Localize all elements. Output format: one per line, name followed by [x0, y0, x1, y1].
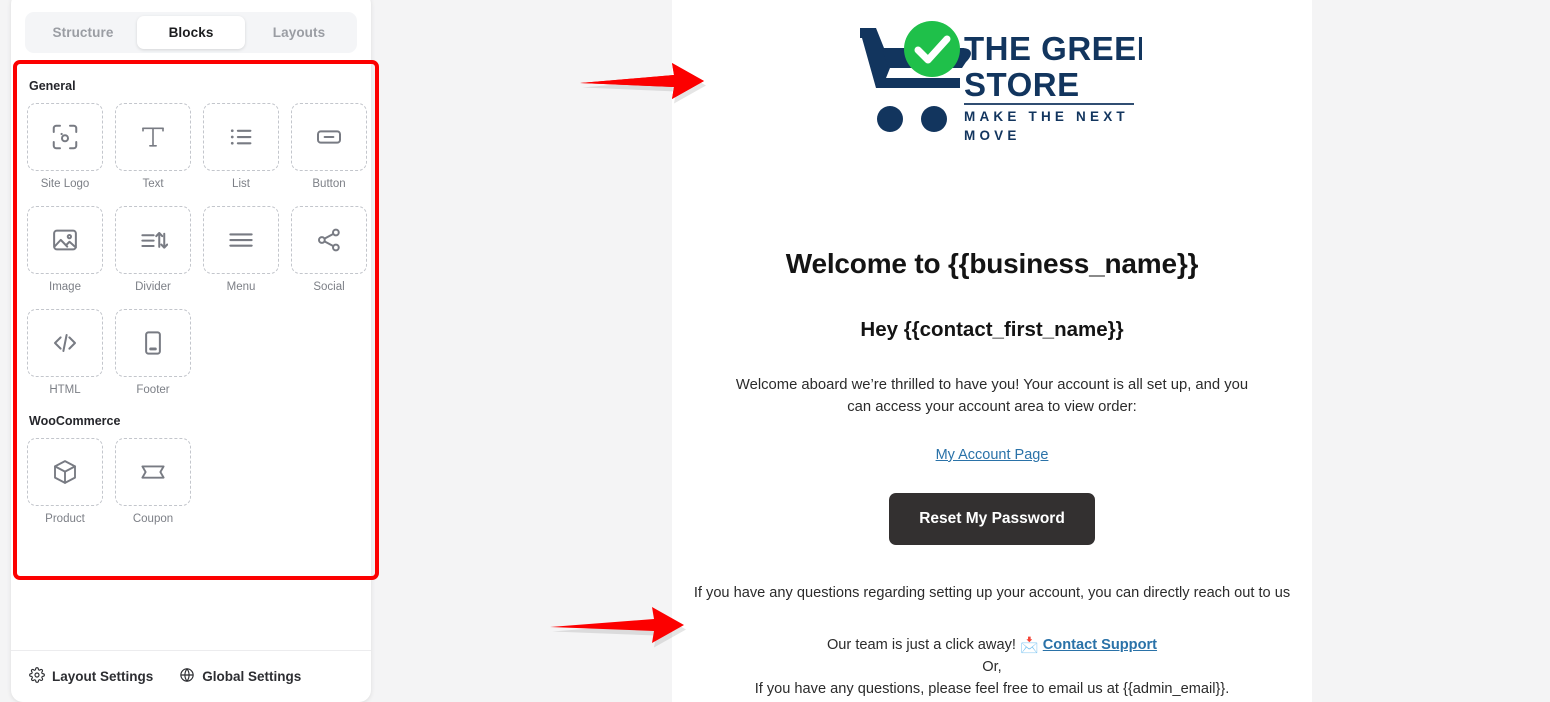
arrow-to-preview-top — [580, 63, 706, 104]
block-icon-box — [115, 309, 191, 377]
email-preview-panel: THE GREEN STORE MAKE THE NEXT MOVE Welco… — [672, 0, 1312, 702]
group-title-woocommerce: WooCommerce — [29, 414, 121, 428]
app-root: Structure Blocks Layouts General Site Lo… — [0, 0, 1550, 702]
the-green-store-logo-icon: THE GREEN STORE MAKE THE NEXT MOVE — [860, 21, 1142, 143]
email-heading: Welcome to {{business_name}} — [785, 248, 1199, 279]
block-label: Site Logo — [40, 178, 90, 190]
global-settings-label: Global Settings — [202, 669, 302, 684]
sidebar-tabs: Structure Blocks Layouts — [25, 12, 357, 53]
block-product[interactable]: Product — [27, 438, 103, 537]
block-social[interactable]: Social — [291, 206, 367, 305]
layout-settings-button[interactable]: Layout Settings — [29, 667, 153, 686]
block-divider[interactable]: Divider — [115, 206, 191, 305]
group-title-general: General — [29, 79, 76, 93]
block-label: Footer — [136, 384, 170, 396]
block-icon-box — [27, 309, 103, 377]
block-label: Coupon — [132, 513, 174, 525]
code-icon — [50, 328, 80, 358]
svg-text:MAKE THE NEXT: MAKE THE NEXT — [964, 109, 1129, 124]
block-button[interactable]: Button — [291, 103, 367, 202]
block-footer[interactable]: Footer — [115, 309, 191, 408]
block-icon-box — [115, 103, 191, 171]
text-icon — [138, 122, 168, 152]
block-text[interactable]: Text — [115, 103, 191, 202]
block-label: Text — [142, 178, 164, 190]
block-icon-box — [115, 438, 191, 506]
menu-icon — [226, 225, 256, 255]
block-label: Product — [45, 513, 85, 525]
globe-icon — [179, 667, 195, 686]
email-paragraph: Welcome aboard we’re thrilled to have yo… — [735, 377, 1249, 415]
block-icon-box — [27, 206, 103, 274]
block-site-logo[interactable]: Site Logo — [27, 103, 103, 202]
svg-text:STORE: STORE — [964, 66, 1080, 103]
social-share-icon — [314, 225, 344, 255]
block-coupon[interactable]: Coupon — [115, 438, 191, 537]
image-icon — [50, 225, 80, 255]
my-account-page-link[interactable]: My Account Page — [672, 447, 1312, 463]
svg-text:MOVE: MOVE — [964, 128, 1021, 143]
block-icon-box — [27, 438, 103, 506]
site-logo-icon — [50, 122, 80, 152]
blocks-list: General Site Logo Text List Button Image… — [11, 63, 371, 650]
divider-icon — [138, 225, 168, 255]
email-subheading: Hey {{contact_first_name}} — [860, 318, 1124, 341]
block-icon-box — [291, 206, 367, 274]
block-label: HTML — [49, 384, 81, 396]
global-settings-button[interactable]: Global Settings — [179, 667, 301, 686]
gear-icon — [29, 667, 45, 686]
tab-layouts[interactable]: Layouts — [245, 16, 353, 49]
svg-text:THE GREEN: THE GREEN — [964, 30, 1142, 67]
block-label: Social — [313, 281, 345, 293]
sidebar-tabbar-wrap: Structure Blocks Layouts — [11, 0, 371, 63]
block-icon-box — [291, 103, 367, 171]
tab-blocks[interactable]: Blocks — [137, 16, 245, 49]
contact-support-link[interactable]: Contact Support — [1043, 637, 1157, 653]
arrow-to-preview-bottom — [550, 607, 686, 648]
reset-my-password-button[interactable]: Reset My Password — [889, 492, 1095, 545]
store-logo: THE GREEN STORE MAKE THE NEXT MOVE — [672, 0, 1312, 144]
sidebar-footer-bar: Layout Settings Global Settings — [11, 650, 371, 702]
email-footer-text: If you have any questions regarding sett… — [672, 583, 1312, 702]
tab-structure[interactable]: Structure — [29, 16, 137, 49]
block-html[interactable]: HTML — [27, 309, 103, 408]
block-label: Divider — [135, 281, 171, 293]
footer-support-prefix: Our team is just a click away! — [826, 636, 1016, 653]
incoming-envelope-icon: 📩 — [1019, 636, 1039, 654]
footer-line-email: If you have any questions, please feel f… — [754, 681, 1230, 698]
block-label: List — [232, 178, 250, 190]
block-image[interactable]: Image — [27, 206, 103, 305]
footer-line-questions: If you have any questions regarding sett… — [693, 584, 1291, 601]
block-icon-box — [203, 103, 279, 171]
general-blocks-grid: Site Logo Text List Button Image Divider… — [27, 103, 367, 408]
reset-button-wrap: Reset My Password — [672, 492, 1312, 545]
blocks-sidebar-panel: Structure Blocks Layouts General Site Lo… — [11, 0, 379, 702]
layout-settings-label: Layout Settings — [52, 669, 154, 684]
footer-line-or: Or, — [982, 659, 1002, 676]
block-label: Image — [49, 281, 81, 293]
product-box-icon — [50, 457, 80, 487]
footer-line-support: Our team is just a click away! 📩 Contact… — [672, 635, 1312, 658]
block-icon-box — [27, 103, 103, 171]
block-label: Button — [312, 178, 346, 190]
woocommerce-blocks-grid: Product Coupon — [27, 438, 355, 537]
list-icon — [226, 122, 256, 152]
block-list[interactable]: List — [203, 103, 279, 202]
block-label: Menu — [226, 281, 256, 293]
block-icon-box — [115, 206, 191, 274]
block-icon-box — [203, 206, 279, 274]
block-menu[interactable]: Menu — [203, 206, 279, 305]
footer-icon — [138, 328, 168, 358]
coupon-ticket-icon — [138, 457, 168, 487]
button-icon — [314, 122, 344, 152]
